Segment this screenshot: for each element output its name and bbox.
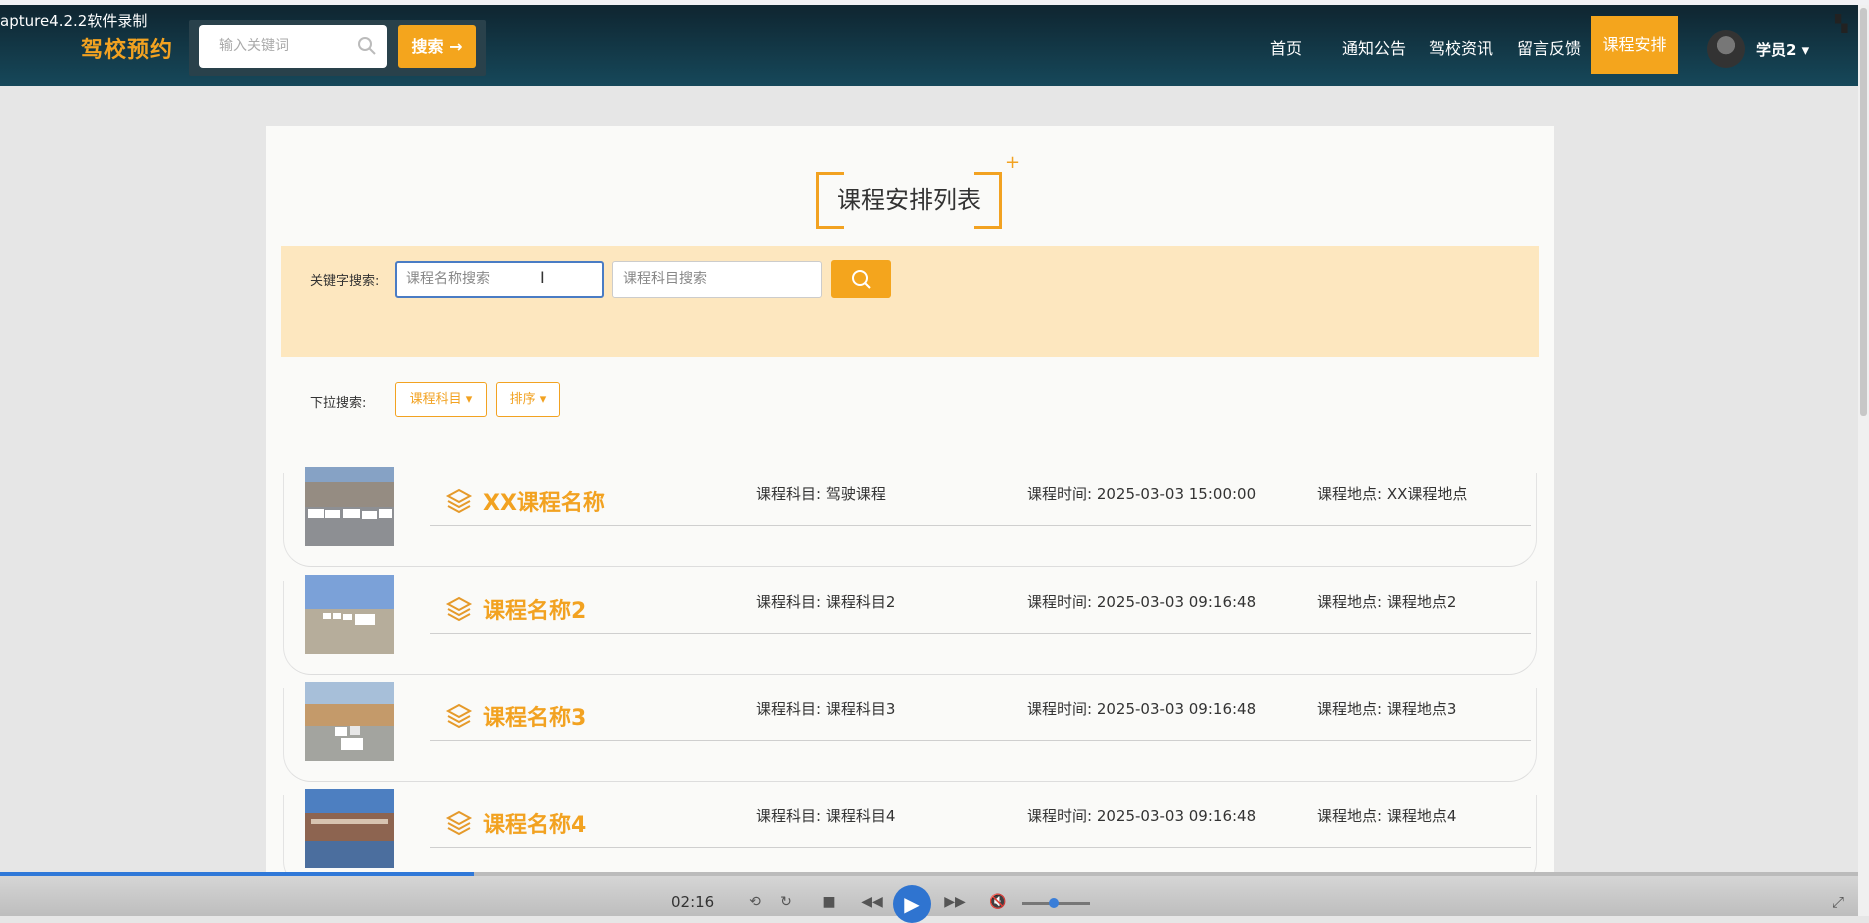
course-subject: 课程科目: 课程科目4	[756, 807, 896, 825]
rewind-icon[interactable]: ◀◀	[861, 891, 883, 913]
nav-news[interactable]: 驾校资讯	[1429, 35, 1493, 59]
course-time: 课程时间: 2025-03-03 09:16:48	[1027, 700, 1257, 718]
course-name-search-input[interactable]: 课程名称搜索	[395, 261, 604, 298]
course-name[interactable]: 课程名称4	[483, 807, 586, 839]
title-frame-gap-top	[844, 168, 974, 176]
course-name[interactable]: 课程名称3	[483, 700, 586, 732]
course-location: 课程地点: 课程地点4	[1317, 807, 1457, 825]
mute-icon[interactable]: 🔇	[987, 891, 1009, 913]
stop-icon[interactable]: ■	[818, 891, 840, 913]
course-image[interactable]	[305, 789, 394, 868]
fast-forward-icon[interactable]: ▶▶	[944, 891, 966, 913]
expand-corner-icon[interactable]: ▚	[1835, 14, 1847, 33]
course-divider	[430, 525, 1531, 526]
title-frame-gap-bottom	[844, 225, 974, 233]
course-subject: 课程科目: 驾驶课程	[756, 485, 886, 503]
course-divider	[430, 633, 1531, 634]
dropdown-search-label: 下拉搜索:	[310, 396, 367, 411]
course-image[interactable]	[305, 682, 394, 761]
subject-dropdown-label: 课程科目	[409, 392, 462, 407]
course-name[interactable]: XX课程名称	[483, 485, 605, 517]
course-time: 课程时间: 2025-03-03 09:16:48	[1027, 593, 1257, 611]
course-location: 课程地点: 课程地点3	[1317, 700, 1457, 718]
list-item[interactable]: 课程名称3 课程科目: 课程科目3 课程时间: 2025-03-03 09:16…	[283, 682, 1537, 782]
plus-decoration-icon: +	[1005, 152, 1021, 173]
site-logo[interactable]: 驾校预约	[81, 32, 173, 64]
nav-notices[interactable]: 通知公告	[1342, 35, 1406, 59]
playback-progress-fill	[0, 872, 474, 876]
layers-icon	[445, 810, 473, 836]
layers-icon	[445, 703, 473, 729]
scrollbar-thumb[interactable]	[1860, 8, 1867, 416]
volume-knob[interactable]	[1049, 898, 1059, 908]
course-image[interactable]	[305, 467, 394, 546]
play-button[interactable]: ▶	[893, 885, 931, 923]
course-time: 课程时间: 2025-03-03 15:00:00	[1027, 485, 1257, 503]
search-icon	[852, 270, 871, 289]
nav-course-schedule[interactable]: 课程安排	[1591, 16, 1678, 74]
course-subject: 课程科目: 课程科目2	[756, 593, 896, 611]
recording-caption: apture4.2.2软件录制	[0, 12, 148, 30]
course-divider	[430, 847, 1531, 848]
course-location: 课程地点: XX课程地点	[1317, 485, 1468, 503]
sort-dropdown-label: 排序	[509, 392, 536, 407]
text-cursor-icon: I	[540, 268, 545, 287]
sort-dropdown[interactable]: 排序 ▾	[496, 382, 560, 417]
course-name[interactable]: 课程名称2	[483, 593, 586, 625]
layers-icon	[445, 488, 473, 514]
list-item[interactable]: XX课程名称 课程科目: 驾驶课程 课程时间: 2025-03-03 15:00…	[283, 467, 1537, 567]
user-name: 学员2	[1756, 41, 1797, 59]
list-item[interactable]: 课程名称2 课程科目: 课程科目2 课程时间: 2025-03-03 09:16…	[283, 575, 1537, 675]
course-subject: 课程科目: 课程科目3	[756, 700, 896, 718]
user-avatar[interactable]	[1707, 30, 1745, 68]
nav-feedback[interactable]: 留言反馈	[1517, 35, 1581, 59]
nav-home[interactable]: 首页	[1270, 35, 1302, 59]
course-image[interactable]	[305, 575, 394, 654]
chevron-down-icon: ▾	[461, 392, 473, 407]
subject-dropdown[interactable]: 课程科目 ▾	[395, 382, 487, 417]
chevron-down-icon: ▾	[535, 392, 547, 407]
refresh-icon[interactable]: ↻	[775, 891, 797, 913]
layers-icon	[445, 596, 473, 622]
filter-search-button[interactable]	[831, 260, 891, 298]
keyword-search-label: 关键字搜索:	[310, 274, 380, 289]
course-subject-search-input[interactable]: 课程科目搜索	[612, 261, 822, 298]
user-menu[interactable]: 学员2 ▾	[1756, 39, 1809, 60]
loop-icon[interactable]: ⟲	[744, 891, 766, 913]
fullscreen-icon[interactable]: ⤢	[1832, 893, 1844, 911]
course-location: 课程地点: 课程地点2	[1317, 593, 1457, 611]
course-time: 课程时间: 2025-03-03 09:16:48	[1027, 807, 1257, 825]
chevron-down-icon: ▾	[1801, 41, 1810, 59]
header-search-button[interactable]: 搜索 →	[398, 25, 476, 68]
course-divider	[430, 740, 1531, 741]
page-title: 课程安排列表	[816, 172, 1002, 229]
search-icon	[358, 37, 376, 55]
playback-time: 02:16	[671, 893, 715, 911]
